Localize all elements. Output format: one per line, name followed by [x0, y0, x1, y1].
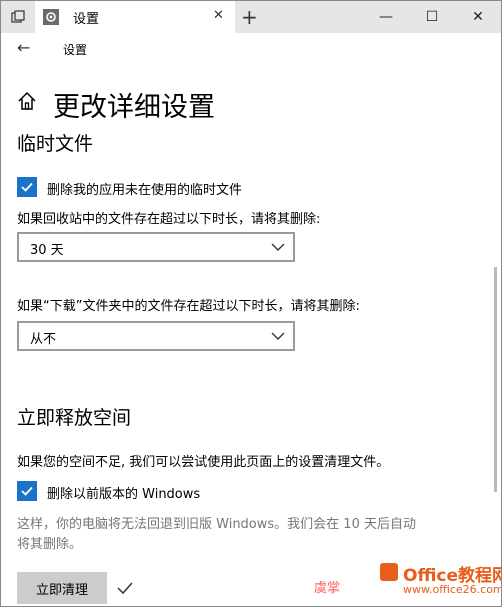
close-window-button[interactable]: ✕	[455, 1, 501, 33]
delete-previous-windows-label: 删除以前版本的 Windows	[47, 487, 201, 502]
recycle-bin-duration-value: 30 天	[30, 243, 64, 258]
tab-settings[interactable]: 设置 ✕	[35, 1, 235, 33]
home-icon[interactable]	[17, 91, 37, 115]
page-title: 更改详细设置	[53, 92, 215, 123]
downloads-duration-select[interactable]: 从不	[17, 321, 295, 351]
back-button[interactable]: ←	[17, 38, 30, 57]
section-title-temp-files: 临时文件	[17, 133, 94, 155]
recycle-bin-duration-select[interactable]: 30 天	[17, 232, 295, 262]
maximize-button[interactable]: ☐	[409, 1, 455, 33]
clean-now-button[interactable]: 立即清理	[17, 572, 107, 604]
scrollbar-thumb[interactable]	[494, 267, 497, 492]
breadcrumb: 设置	[63, 43, 88, 57]
delete-previous-windows-checkbox[interactable]	[17, 481, 37, 501]
recycle-bin-prompt: 如果回收站中的文件存在超过以下时长，请将其删除:	[17, 212, 321, 227]
windows-warning-line-1: 这样，你的电脑将无法回退到旧版 Windows。我们会在 10 天后自动	[17, 517, 416, 532]
downloads-duration-value: 从不	[30, 332, 57, 347]
section-title-free-space: 立即释放空间	[17, 407, 132, 429]
tab-close-icon[interactable]: ✕	[213, 8, 224, 23]
tab-title: 设置	[73, 12, 100, 27]
checkmark-icon	[21, 182, 33, 192]
title-bar: 设置 ✕ + — ☐ ✕	[1, 1, 501, 33]
free-space-description: 如果您的空间不足, 我们可以尝试使用此页面上的设置清理文件。	[17, 455, 390, 470]
watermark-url: www.office26.com	[403, 583, 502, 596]
task-view-icon[interactable]	[1, 1, 35, 33]
delete-unused-temp-checkbox[interactable]	[17, 177, 37, 197]
delete-unused-temp-label: 删除我的应用未在使用的临时文件	[47, 183, 243, 198]
new-tab-button[interactable]: +	[241, 5, 258, 29]
chevron-down-icon	[271, 243, 285, 251]
windows-warning-line-2: 将其删除。	[17, 537, 83, 552]
office-logo-icon	[380, 563, 398, 581]
watermark-text: 虞掌	[314, 581, 341, 596]
chevron-down-icon	[271, 332, 285, 340]
completed-check-icon	[117, 582, 133, 595]
minimize-button[interactable]: —	[363, 1, 409, 33]
downloads-prompt: 如果“下载”文件夹中的文件存在超过以下时长，请将其删除:	[17, 299, 360, 314]
gear-icon	[43, 9, 59, 25]
settings-window: 设置 ✕ + — ☐ ✕ ← 设置 更改详细设置 临时文件 删除我的应用未在使用…	[0, 0, 502, 607]
checkmark-icon	[21, 486, 33, 496]
